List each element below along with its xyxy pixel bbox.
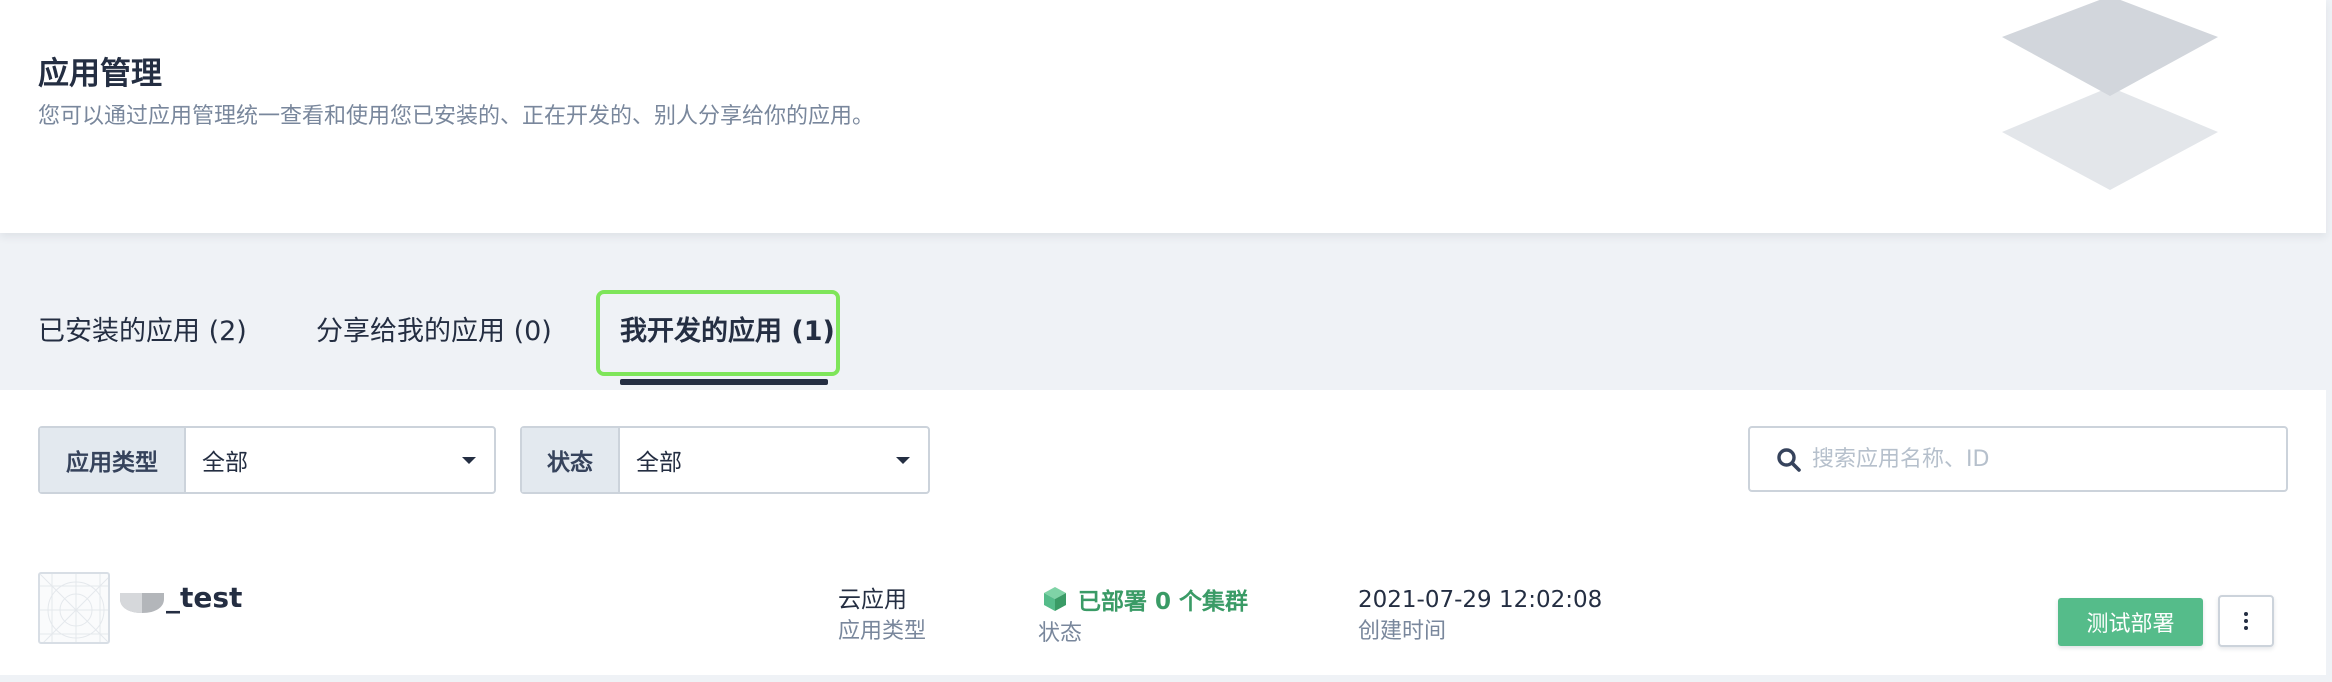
status-text: 已部署 0 个集群 — [1078, 589, 1249, 615]
created-time-label: 创建时间 — [1358, 619, 1447, 644]
page-description: 您可以通过应用管理统一查看和使用您已安装的、正在开发的、别人分享给你的应用。 — [38, 104, 875, 129]
created-time-value: 2021-07-29 12:02:08 — [1358, 587, 1603, 613]
search-box[interactable] — [1748, 426, 2288, 492]
chevron-down-icon — [896, 457, 910, 464]
app-logo-icon — [120, 593, 164, 613]
tab-developed-apps[interactable]: 我开发的应用 (1) — [620, 312, 835, 352]
status-value: 已部署 0 个集群 — [1042, 582, 1248, 616]
app-type-select-value: 全部 — [202, 450, 248, 476]
app-type-label: 应用类型 — [838, 619, 927, 644]
layers-icon — [2002, 0, 2218, 190]
app-type-filter-label: 应用类型 — [40, 428, 186, 492]
app-row[interactable]: _test 云应用 应用类型 已部署 0 个集群 状态 2021-07-29 1… — [0, 560, 2326, 668]
app-type-select[interactable]: 全部 — [186, 428, 494, 492]
app-type-value: 云应用 — [838, 587, 907, 613]
status-label: 状态 — [1038, 621, 1083, 646]
app-name[interactable]: _test — [166, 580, 242, 616]
cube-icon — [1044, 587, 1066, 611]
tab-shared-apps[interactable]: 分享给我的应用 (0) — [316, 312, 552, 352]
test-deploy-button[interactable]: 测试部署 — [2058, 598, 2203, 646]
app-type-filter: 应用类型 全部 — [38, 426, 496, 494]
search-icon — [1777, 448, 1801, 472]
page-title: 应用管理 — [38, 56, 162, 92]
status-filter-label: 状态 — [522, 428, 620, 492]
status-filter: 状态 全部 — [520, 426, 930, 494]
active-tab-indicator — [620, 379, 828, 385]
app-list-panel: 应用类型 全部 状态 全部 搜索应用名称、ID _test 云应用 应用类型 已… — [0, 390, 2326, 675]
status-select-value: 全部 — [636, 450, 682, 476]
page-header: 应用管理 您可以通过应用管理统一查看和使用您已安装的、正在开发的、别人分享给你的… — [0, 0, 2326, 233]
app-placeholder-icon — [38, 572, 110, 644]
tabs-bar: 已安装的应用 (2) 分享给我的应用 (0) 我开发的应用 (1) — [0, 274, 2332, 390]
more-dots-icon — [2244, 612, 2248, 616]
status-select[interactable]: 全部 — [620, 428, 928, 492]
chevron-down-icon — [462, 457, 476, 464]
tab-installed-apps[interactable]: 已安装的应用 (2) — [38, 312, 247, 352]
more-actions-button[interactable] — [2218, 595, 2274, 647]
search-input[interactable] — [1812, 436, 2272, 482]
